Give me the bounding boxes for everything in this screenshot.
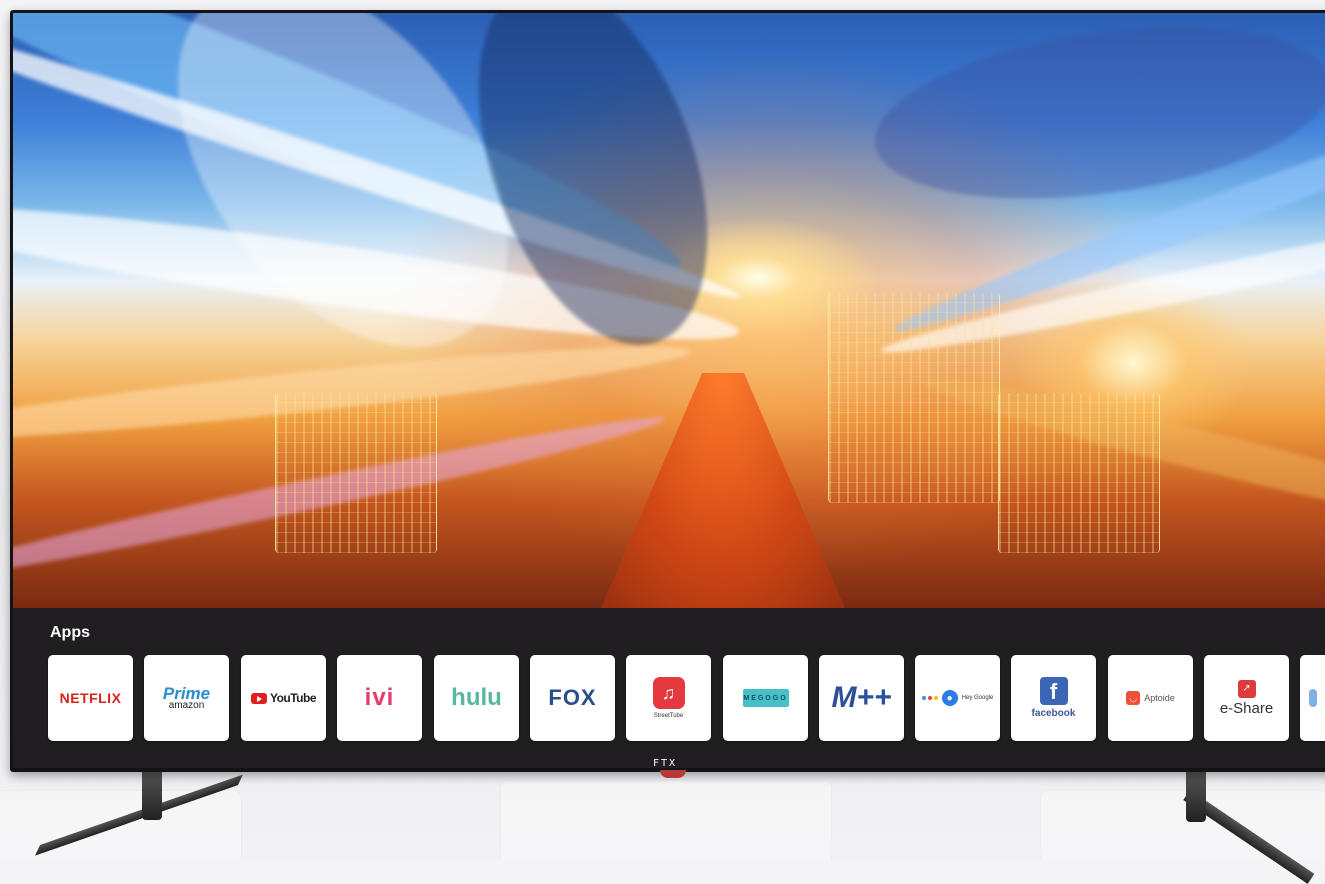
facebook-icon: f [1039, 677, 1068, 705]
app-tile-facebook[interactable]: f facebook [1011, 655, 1096, 741]
app-tile-ivi[interactable]: ivi [337, 655, 422, 741]
app-tile-megogo[interactable]: MEGOGO [723, 655, 808, 741]
app-tile-mpp[interactable]: M++ [819, 655, 904, 741]
tv-frame: Apps NETFLIX Prime amazon YouTube ivi hu… [10, 10, 1325, 772]
aptoide-icon: ◡ [1126, 691, 1141, 705]
prime-video-logo-icon: Prime [162, 683, 211, 703]
facebook-label: facebook [1031, 708, 1076, 719]
app-tile-prime-video[interactable]: Prime amazon [144, 655, 229, 741]
megogo-label: MEGOGO [743, 694, 788, 702]
app-tile-aptoide[interactable]: ◡ Aptoide [1108, 655, 1193, 741]
power-indicator [660, 770, 686, 778]
mpp-logo-icon: M++ [831, 681, 892, 714]
apps-panel: Apps NETFLIX Prime amazon YouTube ivi hu… [13, 608, 1325, 768]
music-note-icon: ♫ [652, 677, 685, 709]
apps-row: NETFLIX Prime amazon YouTube ivi hulu FO… [48, 655, 1325, 741]
tv-screen-wallpaper [13, 13, 1325, 608]
megogo-logo-icon: MEGOGO [742, 689, 789, 707]
netflix-logo-icon: NETFLIX [59, 690, 122, 706]
apps-section-title: Apps [50, 624, 90, 641]
eshare-icon: ↗ [1237, 679, 1256, 698]
app-tile-fox[interactable]: FOX [530, 655, 615, 741]
app-tile-youtube[interactable]: YouTube [241, 655, 326, 741]
prime-video-sublabel: amazon [168, 699, 205, 711]
hulu-logo-icon: hulu [451, 684, 502, 711]
hey-google-label: Hey Google [961, 695, 994, 701]
app-tile-hulu[interactable]: hulu [434, 655, 519, 741]
brand-logo: FTX [653, 758, 678, 769]
google-dots-icon [921, 696, 938, 700]
app-tile-netflix[interactable]: NETFLIX [48, 655, 133, 741]
youtube-label: YouTube [269, 691, 317, 705]
tv-stand-right-post [1186, 772, 1206, 822]
microphone-icon: ● [941, 690, 958, 706]
youtube-play-icon [250, 692, 267, 704]
app-tile-partial[interactable] [1300, 655, 1325, 741]
fox-logo-icon: FOX [548, 685, 597, 710]
aptoide-label: Aptoide [1144, 693, 1175, 703]
partial-app-icon [1308, 689, 1317, 707]
app-tile-streettube[interactable]: ♫ StreetTube [626, 655, 711, 741]
tv-stand-left-post [142, 772, 162, 820]
streettube-label: StreetTube [653, 713, 684, 719]
ivi-logo-icon: ivi [364, 684, 395, 711]
app-tile-eshare[interactable]: ↗ e-Share [1204, 655, 1289, 741]
app-tile-hey-google[interactable]: ● Hey Google [915, 655, 1000, 741]
eshare-label: e-Share [1219, 699, 1274, 717]
